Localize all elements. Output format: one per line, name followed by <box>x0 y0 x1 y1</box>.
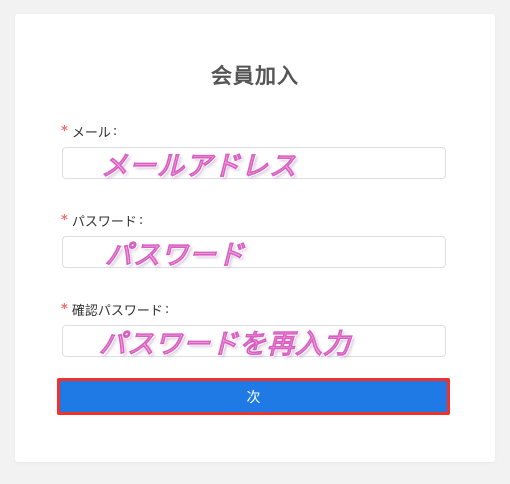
email-field[interactable] <box>62 147 446 179</box>
page-title: 会員加入 <box>211 64 299 88</box>
confirm-password-label: * 確認パスワード : <box>61 300 169 319</box>
password-field[interactable] <box>62 236 446 268</box>
password-label-text: パスワード <box>71 215 137 230</box>
required-mark: * <box>61 124 68 139</box>
next-button-label: 次 <box>60 381 447 412</box>
label-colon: : <box>164 302 170 317</box>
email-label: * メール : <box>61 122 117 141</box>
password-label: * パスワード : <box>61 211 143 230</box>
label-colon: : <box>138 213 144 228</box>
required-mark: * <box>61 213 68 228</box>
confirm-password-field[interactable] <box>62 325 446 357</box>
required-mark: * <box>61 302 68 317</box>
confirm-password-label-text: 確認パスワード <box>71 304 163 319</box>
signup-card: 会員加入 * メール : メールアドレス * パスワード : パスワード * 確… <box>15 14 495 462</box>
email-label-text: メール <box>71 126 111 141</box>
label-colon: : <box>112 124 118 139</box>
next-button[interactable]: 次 <box>57 378 450 415</box>
